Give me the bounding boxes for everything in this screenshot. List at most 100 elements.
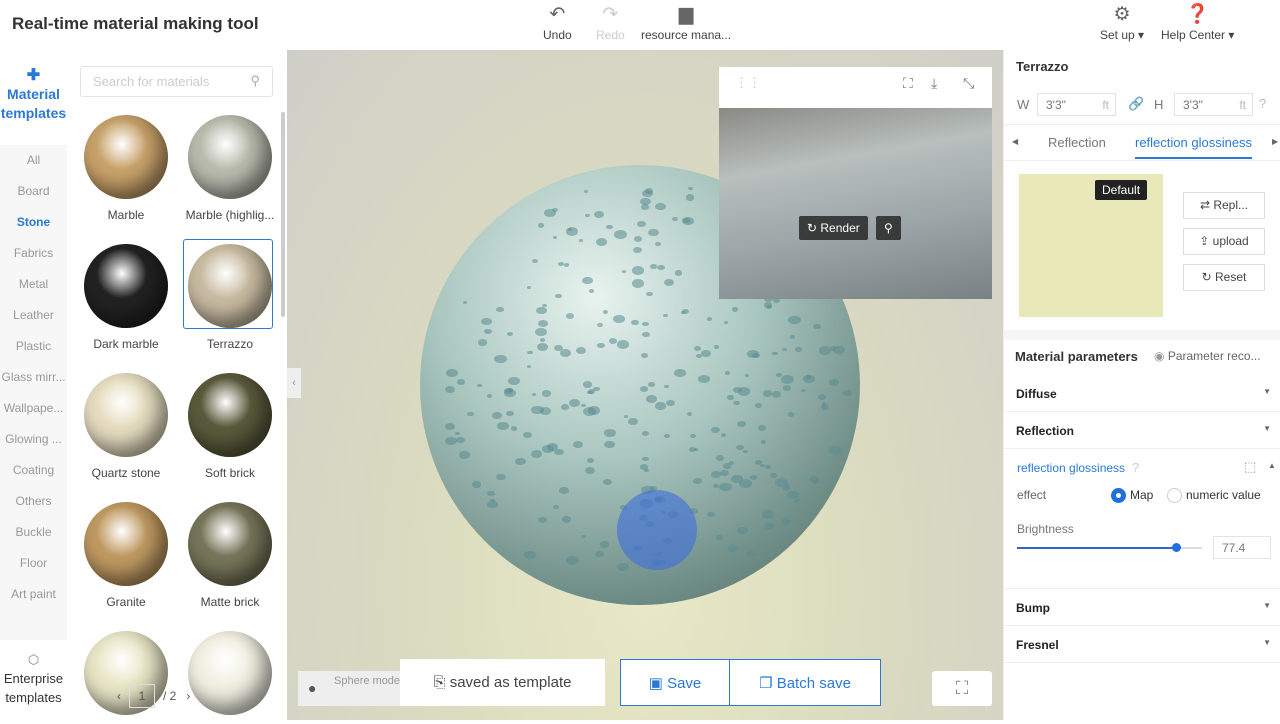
3d-viewport[interactable]: ‹ ⋮⋮ ⛶ ⤓ ⤡ ↻ Render ⚲ Sphere model●▼ ⎘ s… xyxy=(287,50,1003,720)
tab-scroll-right[interactable]: ▶ xyxy=(1272,137,1278,146)
material-card[interactable]: Marble (highlig... xyxy=(184,115,276,222)
search-input[interactable]: Search for materials ⚲ xyxy=(80,66,273,97)
scrollbar[interactable] xyxy=(281,112,285,317)
height-input[interactable]: 3'3" ft xyxy=(1174,93,1253,116)
material-templates-tab[interactable]: ✚ Material templates xyxy=(0,50,67,145)
render-button[interactable]: ↻ Render xyxy=(799,216,868,240)
height-value: 3'3" xyxy=(1183,98,1203,112)
brightness-input[interactable]: 77.4 xyxy=(1213,536,1271,559)
screenshot-icon[interactable]: ⛶ xyxy=(903,75,913,92)
upload-button[interactable]: ⇪ upload xyxy=(1183,228,1265,255)
help-icon[interactable]: ? xyxy=(1132,460,1139,475)
material-name: Terrazzo xyxy=(1016,59,1069,74)
model-select[interactable]: Sphere model●▼ xyxy=(298,671,408,706)
zoom-render-button[interactable]: ⚲ xyxy=(876,216,901,240)
collapse-panel-button[interactable]: ‹ xyxy=(287,368,301,398)
enterprise-templates-tab[interactable]: ⬡ Enterprise templates xyxy=(0,640,67,720)
app-title: Real-time material making tool xyxy=(12,14,259,33)
replace-button[interactable]: ⇄ Repl... xyxy=(1183,192,1265,219)
drag-handle[interactable]: ⋮⋮ xyxy=(735,75,761,91)
batch-save-button[interactable]: ❐ Batch save xyxy=(729,659,881,706)
resource-label: resource mana... xyxy=(641,28,732,42)
category-item[interactable]: Fabrics xyxy=(0,238,67,269)
category-item[interactable]: Metal xyxy=(0,269,67,300)
category-item[interactable]: Glowing ... xyxy=(0,424,67,455)
save-as-template-button[interactable]: ⎘ saved as template xyxy=(400,659,605,706)
section-reflection[interactable]: Reflection ▼ xyxy=(1004,412,1280,449)
material-card[interactable] xyxy=(184,631,276,724)
prev-page[interactable]: ‹ xyxy=(117,689,121,703)
tab-reflection-glossiness[interactable]: reflection glossiness xyxy=(1135,135,1253,159)
collapse-icon[interactable]: ⤡ xyxy=(963,75,974,92)
undo-button[interactable]: ↶ Undo xyxy=(543,2,572,42)
tab-scroll-left[interactable]: ◀ xyxy=(1012,137,1018,146)
chevron-up-icon[interactable]: ▲ xyxy=(1268,461,1276,470)
category-item[interactable]: Plastic xyxy=(0,331,67,362)
reset-button[interactable]: ↻ Reset xyxy=(1183,264,1265,291)
material-name: Marble xyxy=(107,208,145,222)
category-item[interactable]: Leather xyxy=(0,300,67,331)
material-name: Granite xyxy=(106,595,146,609)
category-item[interactable]: Wallpape... xyxy=(0,393,67,424)
slider-handle[interactable] xyxy=(1172,543,1182,552)
material-card[interactable]: Granite xyxy=(80,502,172,609)
redo-button[interactable]: ↷ Redo xyxy=(596,2,625,42)
chevron-down-icon: ▼ xyxy=(1263,601,1271,610)
material-name: Dark marble xyxy=(93,337,159,351)
tab-reflection[interactable]: Reflection xyxy=(1048,135,1106,150)
help-icon[interactable]: ? xyxy=(1259,96,1266,111)
params-title: Material parameters xyxy=(1015,349,1138,364)
sphere-icon: ● xyxy=(308,680,317,696)
section-label: Diffuse xyxy=(1016,387,1057,401)
category-nav: ✚ Material templates All Board Stone Fabrics… xyxy=(0,50,67,720)
help-center-button[interactable]: ❓ Help Center ▾ xyxy=(1161,2,1234,42)
unit-label: ft xyxy=(1102,98,1109,112)
batch-save-label: Batch save xyxy=(776,675,851,692)
material-thumbnail xyxy=(188,373,272,457)
material-card[interactable]: Dark marble xyxy=(80,244,172,351)
material-card[interactable]: Quartz stone xyxy=(80,373,172,480)
redo-label: Redo xyxy=(596,28,625,42)
resource-manager-button[interactable]: ▆ resource mana... xyxy=(641,2,731,42)
category-item[interactable]: All xyxy=(0,145,67,176)
material-card[interactable]: Soft brick xyxy=(184,373,276,480)
category-item[interactable]: Board xyxy=(0,176,67,207)
link-icon[interactable]: 🔗 xyxy=(1128,96,1144,112)
category-item[interactable]: Coating xyxy=(0,455,67,486)
category-item[interactable]: Stone xyxy=(0,207,67,238)
page-input[interactable]: 1 xyxy=(129,684,155,708)
fullscreen-button[interactable]: ⛶ xyxy=(932,671,992,706)
material-card[interactable]: Marble xyxy=(80,115,172,222)
clear-map-icon[interactable]: ⬚ xyxy=(1244,459,1256,475)
enterprise-label: Enterprise templates xyxy=(3,671,64,705)
radio-map[interactable]: Map xyxy=(1111,488,1153,504)
category-item[interactable]: Floor xyxy=(0,548,67,579)
section-fresnel[interactable]: Fresnel ▼ xyxy=(1004,626,1280,663)
material-card[interactable]: Terrazzo xyxy=(183,239,276,351)
download-icon[interactable]: ⤓ xyxy=(931,75,937,92)
category-item[interactable]: Art paint xyxy=(0,579,67,610)
material-thumbnail xyxy=(84,244,168,328)
material-card[interactable] xyxy=(80,631,172,724)
category-item[interactable]: Others xyxy=(0,486,67,517)
save-label: Save xyxy=(667,675,702,692)
material-card[interactable]: Matte brick xyxy=(184,502,276,609)
total-pages: / 2 xyxy=(163,689,177,703)
replace-label: Repl... xyxy=(1213,198,1249,212)
gloss-title[interactable]: reflection glossiness xyxy=(1017,461,1125,475)
width-input[interactable]: 3'3" ft xyxy=(1037,93,1116,116)
radio-numeric[interactable]: numeric value xyxy=(1167,488,1261,504)
search-icon: ⚲ xyxy=(884,221,893,235)
setup-button[interactable]: ⚙ Set up ▾ xyxy=(1100,2,1144,42)
next-page[interactable]: › xyxy=(186,689,190,703)
section-bump[interactable]: Bump ▼ xyxy=(1004,589,1280,626)
brightness-slider[interactable] xyxy=(1017,543,1202,552)
save-button[interactable]: ▣ Save xyxy=(620,659,730,706)
help-label: Help Center xyxy=(1161,28,1226,42)
render-preview: ⋮⋮ ⛶ ⤓ ⤡ ↻ Render ⚲ xyxy=(719,67,992,299)
category-item[interactable]: Glass mirr... xyxy=(0,362,67,393)
parameter-record-button[interactable]: ◉ Parameter reco... xyxy=(1154,349,1261,363)
category-item[interactable]: Buckle xyxy=(0,517,67,548)
upload-label: upload xyxy=(1212,234,1249,248)
section-diffuse[interactable]: Diffuse ▼ xyxy=(1004,375,1280,412)
